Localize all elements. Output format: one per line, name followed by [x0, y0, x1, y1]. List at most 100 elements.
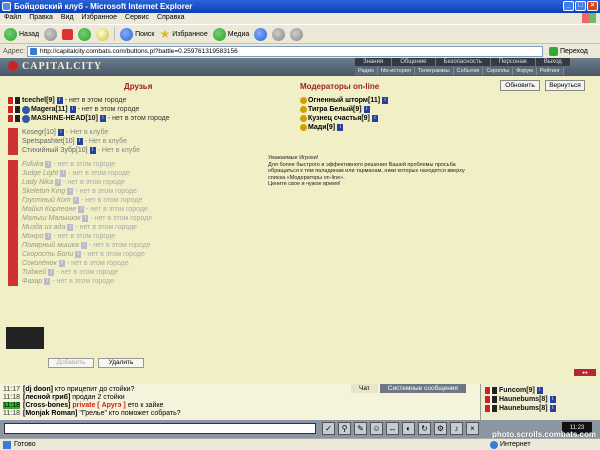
- info-icon[interactable]: i: [67, 188, 74, 195]
- chat-nick[interactable]: [Monjak Roman]: [23, 410, 77, 417]
- home-icon[interactable]: [96, 27, 110, 41]
- moderator-row[interactable]: Кузнец счастья [9] i: [300, 114, 380, 123]
- forward-icon[interactable]: [44, 27, 58, 41]
- friend-row[interactable]: Стихийный Зубр [10] i - Нет в клубе: [8, 146, 140, 155]
- friend-row[interactable]: Монро i - нет в этом городе: [8, 232, 115, 241]
- friend-nick[interactable]: Fufuka: [22, 160, 43, 169]
- search-button[interactable]: Поиск: [120, 27, 154, 41]
- friend-row[interactable]: Magera [11] i - нет в этом городе: [8, 105, 139, 114]
- favorites-button[interactable]: ★ Избранное: [159, 28, 207, 40]
- nav-telegrams[interactable]: Телеграммы: [414, 67, 454, 75]
- media-button[interactable]: Медиа: [212, 27, 249, 41]
- info-icon[interactable]: i: [549, 396, 556, 403]
- friend-row[interactable]: Грустный Кот i - нет в этом городе: [8, 196, 142, 205]
- info-icon[interactable]: i: [371, 115, 378, 122]
- address-input[interactable]: http://capitalcity.combats.com/buttons.p…: [27, 45, 543, 57]
- friend-row[interactable]: Фазар i - нет в этом городе: [8, 277, 114, 286]
- return-button[interactable]: Вернуться: [545, 80, 585, 91]
- friend-row[interactable]: Skeleton King i - нет в этом городе: [8, 187, 137, 196]
- info-icon[interactable]: i: [44, 278, 51, 285]
- close-button[interactable]: ×: [587, 1, 598, 11]
- tab-chat[interactable]: Чат: [351, 384, 378, 393]
- chat-settings-icon[interactable]: ⚙: [434, 422, 447, 435]
- chat-nick[interactable]: [лесной гриб]: [23, 394, 70, 401]
- friend-row[interactable]: tcechel [9] i - нет в этом городе: [8, 96, 126, 105]
- info-icon[interactable]: i: [82, 215, 89, 222]
- online-user[interactable]: Haunebums [8] i: [485, 395, 558, 404]
- chat-mode-icon[interactable]: ◐: [402, 422, 415, 435]
- flash-badge[interactable]: ●●: [574, 369, 596, 376]
- friend-nick[interactable]: Малыш Малышок: [22, 214, 80, 223]
- chat-exit-icon[interactable]: ×: [466, 422, 479, 435]
- friend-nick[interactable]: Magera: [31, 105, 56, 114]
- menu-edit[interactable]: Правка: [29, 13, 53, 23]
- chat-sound-icon[interactable]: ♪: [450, 422, 463, 435]
- info-icon[interactable]: i: [58, 260, 65, 267]
- info-icon[interactable]: i: [76, 138, 83, 145]
- friend-nick[interactable]: Полярный мишка: [22, 241, 79, 250]
- tab-system-messages[interactable]: Системные сообщения: [379, 384, 466, 393]
- friend-nick[interactable]: Соколёнок: [22, 259, 57, 268]
- info-icon[interactable]: i: [75, 251, 82, 258]
- info-icon[interactable]: i: [382, 97, 389, 104]
- nav-scrolls[interactable]: Скроллы: [483, 67, 514, 75]
- friend-nick[interactable]: Скорость Боли: [22, 250, 73, 259]
- info-icon[interactable]: i: [363, 106, 370, 113]
- nav-knowledge[interactable]: Знания: [355, 58, 393, 66]
- back-button[interactable]: Назад: [4, 27, 39, 41]
- mail-icon[interactable]: [272, 27, 286, 41]
- moderator-row[interactable]: Мади [9] i: [300, 123, 345, 132]
- nav-rating[interactable]: Рейтинг: [536, 67, 565, 75]
- moderator-nick[interactable]: Огненный шторм: [308, 96, 368, 105]
- online-nick[interactable]: Funcom: [499, 386, 526, 395]
- friend-row[interactable]: Judge Light i - нет в этом городе: [8, 169, 130, 178]
- chat-send-icon[interactable]: ✓: [322, 422, 335, 435]
- friend-row[interactable]: Полярный мишка i - нет в этом городе: [8, 241, 151, 250]
- nav-communication[interactable]: Общение: [392, 58, 436, 66]
- friend-row[interactable]: MASHINE-HEAD [10] i - нет в этом городе: [8, 114, 170, 123]
- moderator-row[interactable]: Тигра Белый [9] i: [300, 105, 372, 114]
- nav-history[interactable]: hto-история: [377, 67, 415, 75]
- chat-filter-icon[interactable]: ⚲: [338, 422, 351, 435]
- friend-row[interactable]: Малыш Малышок i - нет в этом городе: [8, 214, 152, 223]
- friend-row[interactable]: Fufuka i - нет в этом городе: [8, 160, 115, 169]
- nav-radio[interactable]: Радио: [355, 67, 378, 75]
- friend-nick[interactable]: Мизда из ада: [22, 223, 65, 232]
- friend-nick[interactable]: tcechel: [22, 96, 46, 105]
- online-user[interactable]: Funcom [9] i: [485, 386, 545, 395]
- chat-input[interactable]: [4, 423, 316, 434]
- minimize-button[interactable]: _: [563, 1, 574, 11]
- friend-nick[interactable]: Judge Light: [22, 169, 58, 178]
- info-icon[interactable]: i: [78, 206, 85, 213]
- stop-icon[interactable]: [62, 28, 74, 40]
- info-icon[interactable]: i: [89, 147, 96, 154]
- friend-nick[interactable]: Фазар: [22, 277, 42, 286]
- online-nick[interactable]: Haunebums: [499, 395, 539, 404]
- info-icon[interactable]: i: [57, 129, 64, 136]
- go-button[interactable]: Переход: [549, 46, 588, 56]
- moderator-nick[interactable]: Кузнец счастья: [308, 114, 361, 123]
- moderator-nick[interactable]: Мади: [308, 123, 327, 132]
- info-icon[interactable]: i: [48, 269, 55, 276]
- refresh-button[interactable]: Обновить: [500, 80, 540, 91]
- info-icon[interactable]: i: [45, 233, 52, 240]
- history-icon[interactable]: [254, 27, 268, 41]
- friend-row[interactable]: Майкл Корлеоне i - нет в этом городе: [8, 205, 148, 214]
- menu-tools[interactable]: Сервис: [125, 13, 149, 23]
- friend-row[interactable]: Spetspashtet [10] i - Нет в клубе: [8, 137, 127, 146]
- nav-character[interactable]: Персонаж: [490, 58, 536, 66]
- info-icon[interactable]: i: [80, 242, 87, 249]
- chat-translit-icon[interactable]: ↔: [386, 422, 399, 435]
- chat-refresh-icon[interactable]: ↻: [418, 422, 431, 435]
- friend-nick[interactable]: Монро: [22, 232, 43, 241]
- nav-security[interactable]: Безопасность: [435, 58, 491, 66]
- moderator-row[interactable]: Огненный шторм [11] i: [300, 96, 390, 105]
- friend-nick[interactable]: Skeleton King: [22, 187, 65, 196]
- info-icon[interactable]: i: [72, 197, 79, 204]
- chat-private[interactable]: private [ Аругэ ]: [70, 402, 125, 409]
- friend-row[interactable]: Скорость Боли i - нет в этом городе: [8, 250, 145, 259]
- friend-row[interactable]: Lady Nika i - нет в этом городе: [8, 178, 125, 187]
- info-icon[interactable]: i: [99, 115, 106, 122]
- add-friend-button[interactable]: Добавить: [48, 358, 94, 368]
- chat-nick[interactable]: [dj doon]: [23, 386, 53, 393]
